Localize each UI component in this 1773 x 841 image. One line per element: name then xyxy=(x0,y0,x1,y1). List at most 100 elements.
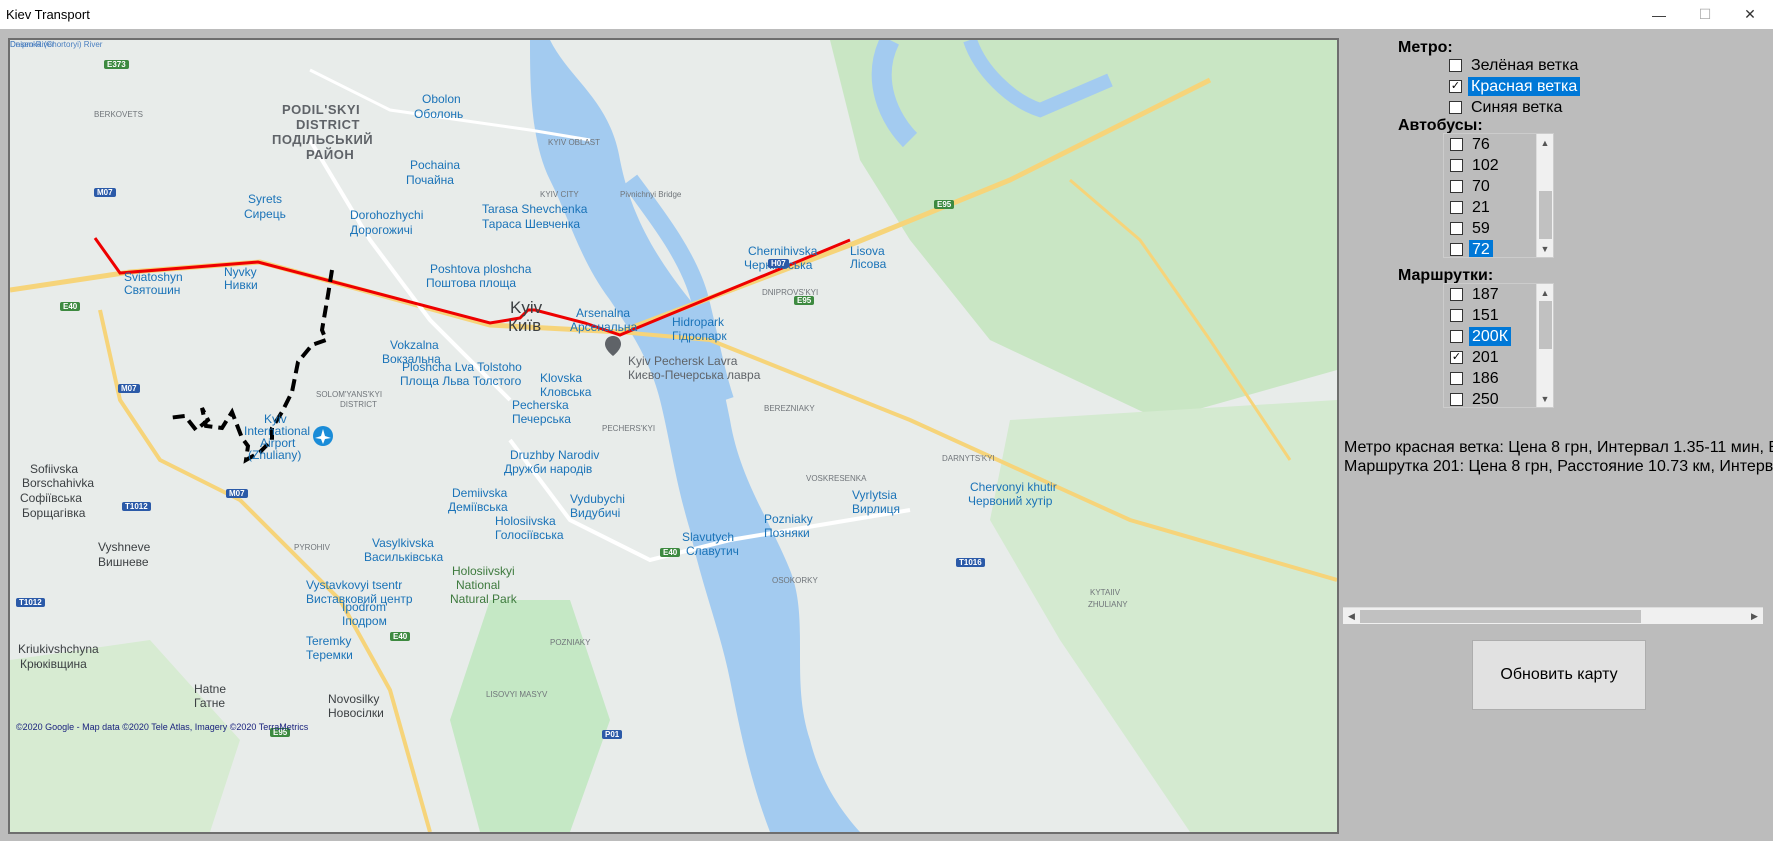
scroll-up-icon[interactable]: ▲ xyxy=(1537,284,1553,301)
metro-item-label: Синяя ветка xyxy=(1471,99,1563,116)
map-label-metro: Теремки xyxy=(306,648,353,662)
map-label-metro: Chernihivska xyxy=(748,244,818,258)
road-shield: M07 xyxy=(94,188,116,197)
map-label-town: Новосілки xyxy=(328,706,384,720)
checkbox[interactable] xyxy=(1450,138,1463,151)
map-label-district: ПОДІЛЬСЬКИЙ xyxy=(272,132,374,147)
map-label-metro: Druzhby Narodiv xyxy=(510,448,600,462)
road-shield: E95 xyxy=(934,200,955,209)
map-label-metro: Сирець xyxy=(244,207,286,221)
map-label-small: Pivnichnyi Bridge xyxy=(620,190,682,199)
checkbox[interactable] xyxy=(1450,201,1463,214)
scroll-down-icon[interactable]: ▼ xyxy=(1537,240,1553,257)
map-label-metro: Arsenalna xyxy=(576,306,631,320)
map-label-park: Holosiivskyi xyxy=(452,564,515,578)
checkbox[interactable] xyxy=(1450,309,1463,322)
metro-item[interactable]: ✓ Красная ветка xyxy=(1443,76,1683,97)
map-label-town: Vyshneve xyxy=(98,540,151,554)
map-label-city: Київ xyxy=(508,316,542,335)
checkbox[interactable] xyxy=(1449,101,1462,114)
map-label-metro: Святошин xyxy=(124,283,181,297)
maximize-button[interactable]: ☐ xyxy=(1682,0,1728,29)
buses-item-label: 21 xyxy=(1472,199,1490,216)
map-label-district: PODIL'SKYI xyxy=(282,102,361,117)
refresh-map-button[interactable]: Обновить карту xyxy=(1472,640,1646,710)
checkbox[interactable] xyxy=(1450,159,1463,172)
minibus-list-scrollbar[interactable]: ▲ ▼ xyxy=(1536,284,1553,407)
road-shield: M07 xyxy=(226,489,248,498)
scroll-left-icon[interactable]: ◀ xyxy=(1343,608,1360,625)
map-label-metro: Tarasa Shevchenka xyxy=(482,202,588,216)
map-label-water: Desenka (Chortoryi) River xyxy=(10,40,103,49)
map-canvas[interactable] xyxy=(10,40,1337,832)
road-shield: E40 xyxy=(60,302,81,311)
map-label-metro: Печерська xyxy=(512,412,571,426)
map-label-metro: Тараса Шевченка xyxy=(482,217,581,231)
minibus-checklist[interactable]: 187 151 200К ✓ 201 186 250 ▲ ▼ xyxy=(1443,283,1554,408)
map-label-metro: Pozniaky xyxy=(764,512,813,526)
checkbox[interactable]: ✓ xyxy=(1449,80,1462,93)
map-label-metro: Syrets xyxy=(248,192,283,206)
map-label-town: Sofiivska xyxy=(30,462,79,476)
buses-item-label: 72 xyxy=(1469,240,1493,257)
road-shield: E373 xyxy=(104,60,129,69)
map-label-small: BEREZNIAKY xyxy=(764,404,815,413)
info-line: Метро красная ветка: Цена 8 грн, Интерва… xyxy=(1344,439,1773,456)
route-info-box[interactable]: Метро красная ветка: Цена 8 грн, Интерва… xyxy=(1343,438,1773,624)
map-label-small: BERKOVETS xyxy=(94,110,143,119)
bus-list-scrollbar[interactable]: ▲ ▼ xyxy=(1536,134,1553,257)
map-label-small: OSOKORKY xyxy=(772,576,818,585)
road-shield: T1012 xyxy=(122,502,151,511)
map-label-metro: Іподром xyxy=(342,614,387,628)
map-label-metro: Червоний хутір xyxy=(968,494,1053,508)
map-label-town: Вишневе xyxy=(98,555,149,569)
metro-checklist[interactable]: Зелёная ветка ✓ Красная ветка Синяя ветка xyxy=(1443,55,1683,118)
scroll-down-icon[interactable]: ▼ xyxy=(1537,390,1553,407)
checkbox[interactable] xyxy=(1450,330,1463,343)
checkbox[interactable] xyxy=(1450,288,1463,301)
buses-item-label: 76 xyxy=(1472,136,1490,153)
map-label-metro: Дружби народів xyxy=(504,462,593,476)
map-label-metro: Sviatoshyn xyxy=(124,270,183,284)
map-label-small: KYTAIIV xyxy=(1090,588,1121,597)
map-label-poi: Kyiv Pechersk Lavra xyxy=(628,354,738,368)
checkbox[interactable] xyxy=(1450,243,1463,256)
control-panel: Метро: Зелёная ветка ✓ Красная ветка Синяя … xyxy=(1340,29,1773,841)
map-label-metro: Лісова xyxy=(850,257,887,271)
info-line: Маршрутка 201: Цена 8 грн, Расстояние 10… xyxy=(1344,458,1773,475)
map-label-metro: Дорогожичі xyxy=(350,223,413,237)
map-label-town: Kriukivshchyna xyxy=(18,642,99,656)
checkbox[interactable]: ✓ xyxy=(1450,351,1463,364)
map-label-metro: Vystavkovyi tsentr xyxy=(306,578,403,592)
checkbox[interactable] xyxy=(1450,222,1463,235)
map-label-metro: Славутич xyxy=(686,544,739,558)
bus-checklist[interactable]: 76 102 70 21 59 72 ▲ ▼ xyxy=(1443,133,1554,258)
window-title: Kiev Transport xyxy=(6,7,90,22)
scroll-up-icon[interactable]: ▲ xyxy=(1537,134,1553,151)
minimize-button[interactable]: — xyxy=(1636,0,1682,29)
map-label-town: Novosilky xyxy=(328,692,380,706)
map-label-town: Гатне xyxy=(194,696,226,710)
map-label-metro: Chervonyi khutir xyxy=(970,480,1057,494)
map-label-small: DISTRICT xyxy=(340,400,377,409)
checkbox[interactable] xyxy=(1450,372,1463,385)
info-horizontal-scrollbar[interactable]: ◀ ▶ xyxy=(1343,607,1763,624)
map-label-metro: Slavutych xyxy=(682,530,735,544)
map-label-town: Borschahivka xyxy=(22,476,95,490)
map-view[interactable]: PODIL'SKYI DISTRICT ПОДІЛЬСЬКИЙ РАЙОН Kyiv Ки… xyxy=(8,38,1339,834)
scroll-right-icon[interactable]: ▶ xyxy=(1746,608,1763,625)
checkbox[interactable] xyxy=(1450,393,1463,406)
map-label-metro: Vokzalna xyxy=(390,338,439,352)
map-label-metro: Teremky xyxy=(306,634,352,648)
metro-item[interactable]: Зелёная ветка xyxy=(1443,55,1683,76)
road-shield: H07 xyxy=(768,259,789,268)
map-label-small: KYIV CITY xyxy=(540,190,579,199)
map-label-metro: Арсенальна xyxy=(570,320,638,334)
checkbox[interactable] xyxy=(1449,59,1462,72)
map-label-metro: Ploshcha Lva Tolstoho xyxy=(402,360,522,374)
metro-item[interactable]: Синяя ветка xyxy=(1443,97,1683,118)
close-button[interactable]: ✕ xyxy=(1727,0,1773,29)
checkbox[interactable] xyxy=(1450,180,1463,193)
map-label-metro: Позняки xyxy=(764,526,810,540)
map-label-small: SOLOM'YANS'KYI xyxy=(316,390,383,399)
